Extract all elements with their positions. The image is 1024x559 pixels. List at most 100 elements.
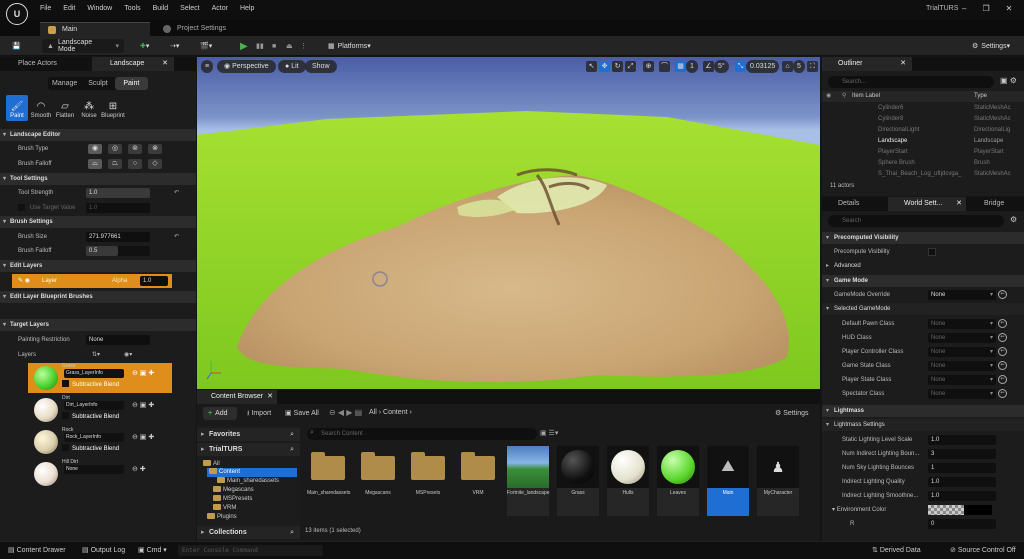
prop-input[interactable]: 0 xyxy=(928,519,996,529)
section-lightmass[interactable]: Lightmass xyxy=(822,405,1024,417)
translate-icon[interactable]: ✥ xyxy=(599,61,610,72)
maximize-viewport-icon[interactable]: ⛶ xyxy=(807,61,818,72)
surface-snap-icon[interactable]: ⌒ xyxy=(659,61,670,72)
angle-snap-icon[interactable]: ∠ xyxy=(703,61,714,72)
precompute-visibility-checkbox[interactable] xyxy=(928,248,936,256)
layer-info-dropdown[interactable]: Rock_LayerInfo xyxy=(64,433,124,442)
asset-folder-mspresets[interactable]: MSPresets xyxy=(407,446,449,516)
search-icon[interactable]: ⌕ xyxy=(290,526,294,539)
asset-folder-megascans[interactable]: Megascans xyxy=(357,446,399,516)
browse-icon[interactable]: ⇐ xyxy=(998,347,1007,356)
cinematics-icon[interactable]: 🎬▾ xyxy=(200,39,212,53)
mode-sculpt[interactable]: Sculpt xyxy=(81,77,114,90)
brush-size-input[interactable]: 271.977661 xyxy=(86,232,150,242)
tree-megascans[interactable]: Megascans xyxy=(213,486,254,495)
layer-action-icons[interactable]: ⊖ ✚ xyxy=(132,465,146,473)
details-search-input[interactable]: Search xyxy=(828,215,1004,227)
mode-dropdown[interactable]: ▲ Landscape Mode ▾ xyxy=(42,39,124,53)
brush-pattern-icon[interactable]: ⊚ xyxy=(128,144,142,154)
save-all-button[interactable]: ▣ Save All xyxy=(285,409,319,417)
content-search-input[interactable]: Search Content xyxy=(307,428,537,440)
outliner-row[interactable]: Landscape Landscape xyxy=(822,136,1024,147)
prop-input[interactable]: 1.0 xyxy=(928,477,996,487)
prop-dropdown[interactable]: None xyxy=(928,333,996,343)
col-item-label[interactable]: Item Label xyxy=(852,91,880,102)
grid-snap-value[interactable]: 1 xyxy=(686,60,698,73)
browse-icon[interactable]: ⇐ xyxy=(998,333,1007,342)
collections-section[interactable]: Collections ⌕ xyxy=(197,526,300,539)
tab-outliner[interactable]: Outliner ✕ xyxy=(822,57,912,71)
outliner-row[interactable]: Cylinder6 StaticMeshAc xyxy=(822,103,1024,114)
tree-main-sharedassets[interactable]: Main_sharedassets xyxy=(217,477,279,486)
layer-action-icons[interactable]: ⊖ ▣ ✚ xyxy=(132,401,154,409)
menu-file[interactable]: File xyxy=(40,5,51,12)
subtractive-blend-checkbox[interactable]: Subtractive Blend xyxy=(62,444,119,452)
show-button[interactable]: Show xyxy=(305,60,337,73)
asset-material-hulls[interactable]: Hulls xyxy=(607,446,649,516)
gamemode-override-dropdown[interactable]: None xyxy=(928,290,996,300)
menu-select[interactable]: Select xyxy=(180,5,199,12)
favorites-section[interactable]: Favorites ⌕ xyxy=(197,428,300,441)
target-value-input[interactable]: 1.0 xyxy=(86,203,150,213)
color-swatch[interactable] xyxy=(928,505,964,515)
tree-plugins[interactable]: Plugins xyxy=(207,513,237,522)
prop-dropdown[interactable]: None xyxy=(928,375,996,385)
layer-item-hill-dirt[interactable]: Hill Dirt None ⊖ ✚ xyxy=(28,459,172,489)
tab-main[interactable]: Main xyxy=(40,22,150,36)
asset-blueprint-mycharacter[interactable]: ♟ MyCharacter xyxy=(757,446,799,516)
settings-button[interactable]: ⚙ Settings ▾ xyxy=(972,39,1010,53)
section-lightmass-settings[interactable]: Lightmass Settings xyxy=(822,419,1024,431)
brush-component-icon[interactable]: ⊗ xyxy=(148,144,162,154)
edit-layer-row[interactable]: ✎ ◉ Layer Alpha 1.0 xyxy=(12,274,172,288)
layer-item-rock[interactable]: Rock Rock_LayerInfo Subtractive Blend ⊖ … xyxy=(28,427,172,457)
reset-icon[interactable]: ↶ xyxy=(174,230,179,244)
breadcrumb-content[interactable]: Content xyxy=(383,409,408,416)
prop-input[interactable]: 1 xyxy=(928,463,996,473)
outliner-row[interactable]: S_Thai_Beach_Log_uftjdcvga_ StaticMeshAc xyxy=(822,169,1024,180)
asset-level-main[interactable]: ⛰ Main xyxy=(707,446,749,516)
blueprint-icon[interactable]: ⇢▾ xyxy=(170,39,179,53)
add-actor-icon[interactable]: ✚ ▾ xyxy=(140,39,149,53)
prop-dropdown[interactable]: None xyxy=(928,319,996,329)
eject-button[interactable]: ⏏ xyxy=(286,39,293,53)
section-game-mode[interactable]: Game Mode xyxy=(822,275,1024,287)
unreal-logo-icon[interactable]: U xyxy=(6,3,28,25)
search-icon[interactable]: ⌕ xyxy=(290,428,294,441)
close-icon[interactable]: ✕ xyxy=(162,57,168,71)
section-target-layers[interactable]: Target Layers xyxy=(0,319,196,331)
close-icon[interactable]: ✕ xyxy=(1006,4,1013,13)
tool-noise[interactable]: ⁂ Noise xyxy=(78,95,100,121)
grid-snap-icon[interactable]: ▦ xyxy=(675,61,686,72)
visibility-eye-icon[interactable]: ◉▾ xyxy=(124,348,132,362)
tab-place-actors[interactable]: Place Actors xyxy=(0,57,82,71)
layer-item-grass[interactable]: Grass Grass_LayerInfo Subtractive Blend … xyxy=(28,363,172,393)
world-space-icon[interactable]: ⊕ xyxy=(643,61,654,72)
subtractive-blend-checkbox[interactable]: Subtractive Blend xyxy=(62,380,119,388)
layer-item-dirt[interactable]: Dirt Dirt_LayerInfo Subtractive Blend ⊖ … xyxy=(28,395,172,425)
camera-speed-icon[interactable]: ⌂ xyxy=(782,61,793,72)
cmd-dropdown[interactable]: ▣ Cmd ▾ xyxy=(138,546,167,554)
prop-input[interactable]: 1.0 xyxy=(928,435,996,445)
import-button[interactable]: ⭳ Import xyxy=(247,409,271,420)
hamburger-menu-icon[interactable]: ≡ xyxy=(201,60,213,73)
layer-info-dropdown[interactable]: Dirt_LayerInfo xyxy=(64,401,124,410)
layer-info-dropdown[interactable]: None xyxy=(64,465,124,474)
asset-material-grass[interactable]: Grass xyxy=(557,446,599,516)
camera-speed-value[interactable]: 5 xyxy=(793,60,805,73)
section-advanced[interactable]: Advanced xyxy=(822,260,1024,272)
mode-manage[interactable]: Manage xyxy=(48,77,81,90)
layer-action-icons[interactable]: ⊖ ▣ ✚ xyxy=(132,369,154,377)
falloff-tip-icon[interactable]: ◇ xyxy=(148,159,162,169)
section-edit-layer-blueprint-brushes[interactable]: Edit Layer Blueprint Brushes xyxy=(0,291,196,303)
asset-folder-vrm[interactable]: VRM xyxy=(457,446,499,516)
outliner-row[interactable]: Cylinder8 StaticMeshAc xyxy=(822,114,1024,125)
brush-alpha-icon[interactable]: ◎ xyxy=(108,144,122,154)
section-brush-settings[interactable]: Brush Settings xyxy=(0,216,196,228)
section-precomputed-visibility[interactable]: Precomputed Visibility xyxy=(822,232,1024,244)
maximize-icon[interactable]: ❐ xyxy=(982,4,989,13)
prop-dropdown[interactable]: None xyxy=(928,389,996,399)
perspective-button[interactable]: ◉ Perspective xyxy=(217,60,276,73)
details-settings-icon[interactable]: ⚙ xyxy=(1010,215,1017,224)
rotate-icon[interactable]: ↻ xyxy=(612,61,623,72)
tool-paint[interactable]: 🖌 Paint xyxy=(6,95,28,121)
